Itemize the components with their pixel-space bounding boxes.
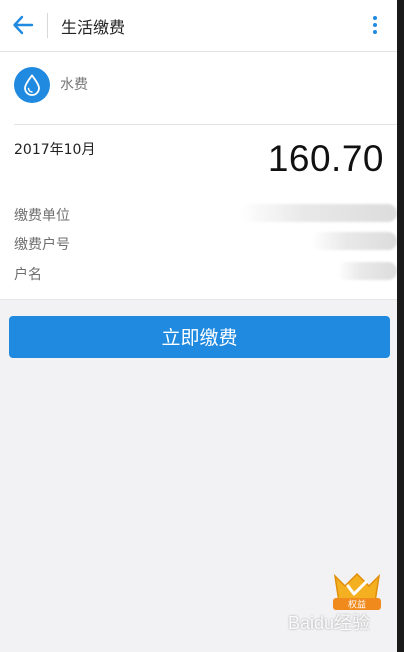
header-divider <box>47 13 48 38</box>
app-bar: 生活缴费 <box>0 0 397 52</box>
water-drop-icon <box>14 67 50 103</box>
field-label-account-name: 户名 <box>14 267 42 283</box>
service-row: 水费 <box>0 52 397 124</box>
account-number-value-redacted <box>311 232 397 250</box>
field-label-payee-unit: 缴费单位 <box>14 208 70 224</box>
watermark-brand: Baidu经验 <box>288 613 371 633</box>
screen-edge <box>397 0 404 652</box>
field-label-account-number: 缴费户号 <box>14 237 70 253</box>
page-title: 生活缴费 <box>61 18 126 37</box>
watermark-badge: 权益 <box>331 572 383 614</box>
card-divider <box>14 124 397 125</box>
service-name: 水费 <box>60 77 88 93</box>
bill-card: 水费 2017年10月 160.70 缴费单位 缴费户号 户名 <box>0 52 397 300</box>
payee-unit-value-redacted <box>239 204 397 222</box>
account-name-value-redacted <box>337 262 397 280</box>
pay-now-button[interactable]: 立即缴费 <box>9 316 390 358</box>
back-arrow-icon[interactable] <box>10 12 36 38</box>
more-options-icon[interactable] <box>364 13 386 39</box>
bill-amount: 160.70 <box>267 138 384 179</box>
billing-period: 2017年10月 <box>14 142 96 158</box>
